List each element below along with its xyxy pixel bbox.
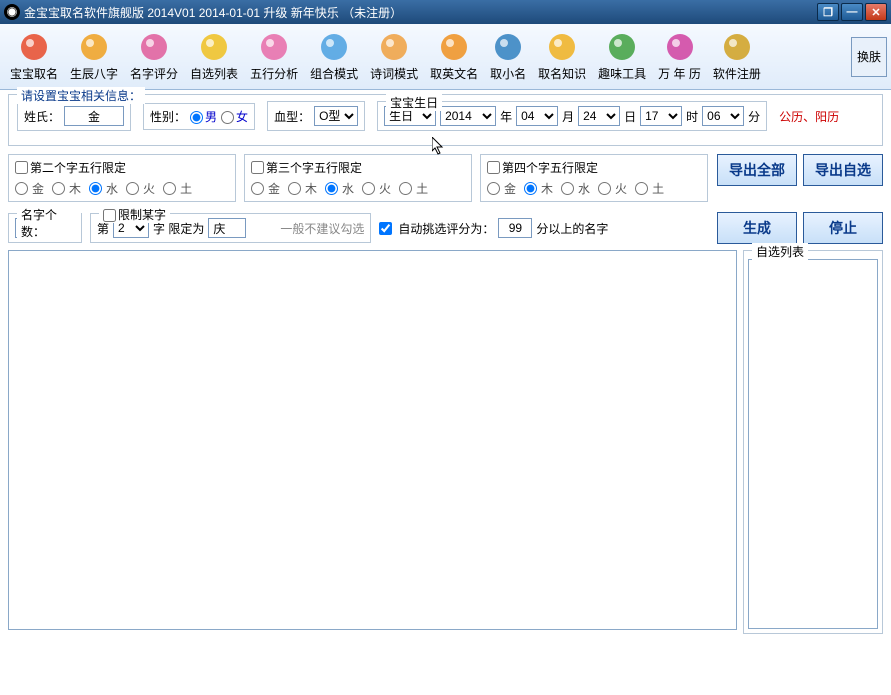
dragon-icon — [606, 31, 638, 63]
bd-day-select[interactable]: 24 — [578, 106, 620, 126]
output-area[interactable] — [8, 250, 737, 630]
wuxing-box-4: 第四个字五行限定金木水火土 — [480, 154, 708, 202]
wuxing-opt-木[interactable]: 木 — [288, 180, 317, 197]
app-icon — [4, 4, 20, 20]
bd-hour-select[interactable]: 17 — [640, 106, 682, 126]
wuxing-opt-水[interactable]: 水 — [89, 180, 118, 197]
blood-frame: 血型： O型 — [267, 101, 365, 131]
wuxing-row: 第二个字五行限定金木水火土第三个字五行限定金木水火土第四个字五行限定金木水火土 … — [8, 154, 883, 202]
toolbar-yinyang-icon[interactable]: 名字评分 — [124, 29, 184, 84]
gear-icon — [258, 31, 290, 63]
star-icon — [198, 31, 230, 63]
bd-year-select[interactable]: 2014 — [440, 106, 496, 126]
toolbar-cube-icon[interactable]: 取名知识 — [532, 29, 592, 84]
toolbar-dragon-icon[interactable]: 趣味工具 — [592, 29, 652, 84]
selection-list[interactable] — [748, 259, 878, 629]
key-icon — [721, 31, 753, 63]
wuxing-opt-水[interactable]: 水 — [561, 180, 590, 197]
export-all-button[interactable]: 导出全部 — [717, 154, 797, 186]
toolbar-book-icon[interactable]: 诗词模式 — [364, 29, 424, 84]
limit-char-checkbox[interactable] — [103, 209, 116, 222]
bd-month-select[interactable]: 04 — [516, 106, 558, 126]
gender-frame: 性别： 男 女 — [143, 103, 255, 130]
toolbar-key-icon[interactable]: 软件注册 — [707, 29, 767, 84]
blood-label: 血型： — [274, 108, 310, 125]
close-button[interactable]: ✕ — [865, 3, 887, 21]
score-input[interactable] — [498, 218, 532, 238]
book-icon — [378, 31, 410, 63]
wuxing-opt-金[interactable]: 金 — [487, 180, 516, 197]
export-sel-button[interactable]: 导出自选 — [803, 154, 883, 186]
wuxing-opt-火[interactable]: 火 — [362, 180, 391, 197]
wuxing-opt-土[interactable]: 土 — [163, 180, 192, 197]
surname-input[interactable] — [64, 106, 124, 126]
wuxing-enable-4[interactable] — [487, 161, 500, 174]
people-icon — [18, 31, 50, 63]
wuxing-box-2: 第二个字五行限定金木水火土 — [8, 154, 236, 202]
wuxing-opt-水[interactable]: 水 — [325, 180, 354, 197]
blood-select[interactable]: O型 — [314, 106, 358, 126]
surname-label: 姓氏： — [24, 108, 60, 125]
folder-icon — [664, 31, 696, 63]
toolbar-people-group-icon[interactable]: 取小名 — [484, 29, 532, 84]
toolbar-people-icon[interactable]: 宝宝取名 — [4, 29, 64, 84]
birthday-box: 宝宝生日 生日 2014 年 04 月 24 日 17 时 06 分 — [377, 101, 767, 131]
auto-filter-checkbox[interactable] — [379, 222, 392, 235]
skin-button[interactable]: 换肤 — [851, 37, 887, 77]
wuxing-opt-火[interactable]: 火 — [598, 180, 627, 197]
auto-filter-row: 自动挑选评分为： 分以上的名字 — [379, 218, 608, 238]
name-count-box: 名字个数： 三字 — [8, 213, 82, 243]
people-group-icon — [492, 31, 524, 63]
cube-icon — [546, 31, 578, 63]
gender-label: 性别： — [150, 108, 186, 125]
bd-minute-select[interactable]: 06 — [702, 106, 744, 126]
group-icon — [318, 31, 350, 63]
restore-button[interactable]: ❐ — [817, 3, 839, 21]
surname-frame: 姓氏： — [17, 101, 131, 131]
toolbar-star-icon[interactable]: 自选列表 — [184, 29, 244, 84]
info-legend: 请设置宝宝相关信息： — [17, 87, 145, 104]
titlebar: 金宝宝取名软件旗舰版 2014V01 2014-01-01 升级 新年快乐 （未… — [0, 0, 891, 24]
stop-button[interactable]: 停止 — [803, 212, 883, 244]
birthday-legend: 宝宝生日 — [386, 94, 442, 111]
wuxing-opt-金[interactable]: 金 — [15, 180, 44, 197]
limit-char-input[interactable] — [208, 218, 246, 238]
wuxing-opt-火[interactable]: 火 — [126, 180, 155, 197]
limit-char-box: 限制某字 第 2 字 限定为 一般不建议勾选 — [90, 213, 371, 243]
wuxing-opt-土[interactable]: 土 — [399, 180, 428, 197]
info-fieldset: 请设置宝宝相关信息： 姓氏： 性别： 男 女 血型： O型 宝宝生日 生日 20… — [8, 94, 883, 146]
generate-button[interactable]: 生成 — [717, 212, 797, 244]
selection-list-box: 自选列表 — [743, 250, 883, 634]
calendar-note: 公历、阳历 — [779, 108, 839, 125]
window-title: 金宝宝取名软件旗舰版 2014V01 2014-01-01 升级 新年快乐 （未… — [24, 4, 817, 21]
search-icon — [78, 31, 110, 63]
toolbar: 宝宝取名生辰八字名字评分自选列表五行分析组合模式诗词模式取英文名取小名取名知识趣… — [0, 24, 891, 90]
wuxing-opt-木[interactable]: 木 — [52, 180, 81, 197]
wuxing-box-3: 第三个字五行限定金木水火土 — [244, 154, 472, 202]
wuxing-enable-2[interactable] — [15, 161, 28, 174]
gender-male-radio[interactable]: 男 — [190, 108, 217, 125]
person-star-icon — [438, 31, 470, 63]
toolbar-search-icon[interactable]: 生辰八字 — [64, 29, 124, 84]
wuxing-opt-土[interactable]: 土 — [635, 180, 664, 197]
wuxing-opt-木[interactable]: 木 — [524, 180, 553, 197]
toolbar-group-icon[interactable]: 组合模式 — [304, 29, 364, 84]
wuxing-opt-金[interactable]: 金 — [251, 180, 280, 197]
wuxing-enable-3[interactable] — [251, 161, 264, 174]
minimize-button[interactable]: — — [841, 3, 863, 21]
toolbar-person-star-icon[interactable]: 取英文名 — [424, 29, 484, 84]
yinyang-icon — [138, 31, 170, 63]
gender-female-radio[interactable]: 女 — [221, 108, 248, 125]
toolbar-folder-icon[interactable]: 万 年 历 — [652, 29, 707, 84]
toolbar-gear-icon[interactable]: 五行分析 — [244, 29, 304, 84]
